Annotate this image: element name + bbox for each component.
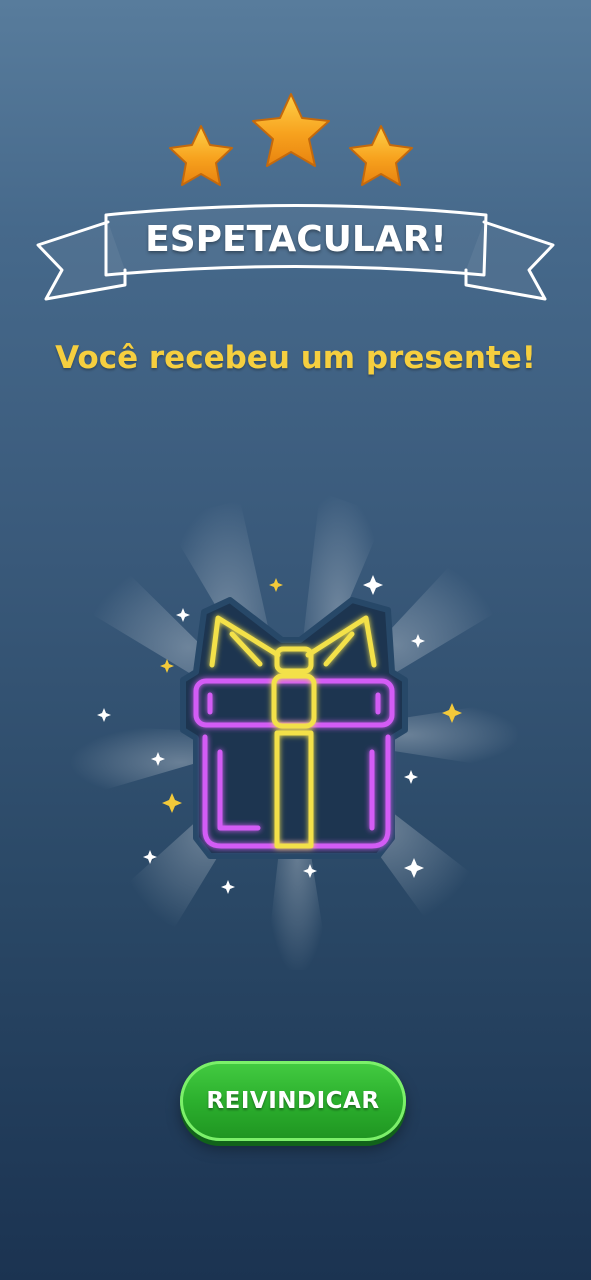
sparkle-icon [162,793,182,813]
reward-message: Você recebeu um presente! [55,340,536,376]
gift-icon [180,597,408,859]
star-icon-left [169,125,233,186]
claim-button-label: REIVINDICAR [206,1088,380,1114]
sparkle-icon [404,770,418,784]
sparkle-icon [97,708,111,722]
star-icon-right [349,125,413,186]
page-title: ESPETACULAR! [145,219,447,260]
rating-stars [169,93,413,186]
star-icon-center [252,93,330,167]
sparkle-icon [176,608,190,622]
sparkle-icon [363,575,383,595]
sparkle-icon [221,880,235,894]
gift-illustration [70,492,520,970]
sparkle-icon [269,578,283,592]
claim-button[interactable]: REIVINDICAR [180,1061,406,1141]
